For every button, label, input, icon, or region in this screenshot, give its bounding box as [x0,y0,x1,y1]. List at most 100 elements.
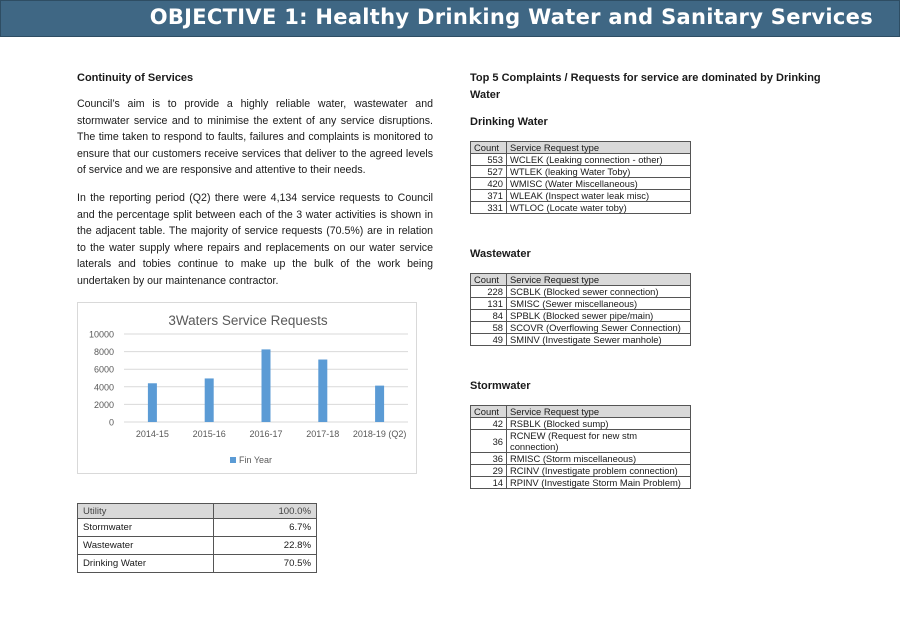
count-cell: 553 [470,153,507,166]
count-cell: 29 [470,464,507,477]
objective-banner: OBJECTIVE 1: Healthy Drinking Water and … [0,0,900,37]
continuity-paragraph-2: In the reporting period (Q2) there were … [77,192,433,287]
count-header: Count [470,141,507,154]
table-row: 420 WMISC (Water Miscellaneous) [470,177,691,190]
y-tick-label: 6000 [94,365,114,375]
top5-heading: Top 5 Complaints / Requests for service … [470,72,821,101]
bar [318,359,328,422]
type-cell: SCBLK (Blocked sewer connection) [506,285,691,298]
count-cell: 371 [470,189,507,202]
continuity-heading-wrap: Continuity of Services [77,70,433,86]
x-tick-label: 2017-18 [306,429,339,439]
count-cell: 14 [470,476,507,489]
chart-svg: 3Waters Service Requests 0 2000 4000 6000 800… [89,313,408,465]
type-header: Service Request type [506,405,691,418]
type-cell: RPINV (Investigate Storm Main Problem) [506,476,691,489]
table-header-row: Count Service Request type [470,273,691,286]
type-cell: WTLOC (Locate water toby) [506,201,691,214]
utility-header-row: Utility 100.0% [77,503,317,519]
utility-value: 6.7% [213,518,317,537]
type-cell: WLEAK (Inspect water leak misc) [506,189,691,202]
y-tick-label: 8000 [94,347,114,357]
utility-row: Stormwater 6.7% [77,518,317,537]
count-cell: 131 [470,297,507,310]
table-row: 14 RPINV (Investigate Storm Main Problem) [470,476,691,489]
type-cell: RCINV (Investigate problem connection) [506,464,691,477]
drinking-water-table: Count Service Request type 553 WCLEK (Lea… [470,141,691,214]
legend-swatch [230,457,236,463]
table-row: 228 SCBLK (Blocked sewer connection) [470,285,691,298]
count-cell: 36 [470,429,507,453]
type-cell: SMINV (Investigate Sewer manhole) [506,333,691,346]
type-cell: SMISC (Sewer miscellaneous) [506,297,691,310]
y-tick-label: 4000 [94,382,114,392]
bar [147,383,157,422]
count-cell: 331 [470,201,507,214]
legend-label: Fin Year [239,455,272,465]
table-row: 371 WLEAK (Inspect water leak misc) [470,189,691,202]
y-tick-label: 2000 [94,400,114,410]
y-tick-label: 10000 [89,330,114,340]
utility-value: 70.5% [213,554,317,573]
continuity-heading: Continuity of Services [77,72,194,84]
count-cell: 36 [470,452,507,465]
count-cell: 58 [470,321,507,334]
wastewater-table: Count Service Request type 228 SCBLK (Blo… [470,273,691,346]
x-tick-label: 2016-17 [249,429,282,439]
utility-row: Drinking Water 70.5% [77,554,317,573]
table-header-row: Count Service Request type [470,405,691,418]
service-requests-chart: 3Waters Service Requests 0 2000 4000 6000 800… [77,302,417,474]
table-row: 527 WTLEK (leaking Water Toby) [470,165,691,178]
utility-value: 22.8% [213,536,317,555]
type-cell: RMISC (Storm miscellaneous) [506,452,691,465]
stormwater-table: Count Service Request type 42 RSBLK (Bloc… [470,405,691,489]
continuity-paragraph-1: Council’s aim is to provide a highly rel… [77,98,433,177]
type-cell: WCLEK (Leaking connection - other) [506,153,691,166]
table-row: 29 RCINV (Investigate problem connection) [470,464,691,477]
utility-header-label: Utility [77,503,214,519]
utility-split-table: Utility 100.0% Stormwater 6.7% Wastewate… [77,503,317,573]
type-cell: RSBLK (Blocked sump) [506,417,691,430]
count-cell: 49 [470,333,507,346]
chart-title: 3Waters Service Requests [168,313,328,328]
type-header: Service Request type [506,273,691,286]
wastewater-title: Wastewater [470,248,531,260]
table-row: 36 RMISC (Storm miscellaneous) [470,452,691,465]
count-cell: 228 [470,285,507,298]
table-row: 331 WTLOC (Locate water toby) [470,201,691,214]
table-row: 36 RCNEW (Request for new stm connection) [470,429,691,453]
type-header: Service Request type [506,141,691,154]
count-cell: 42 [470,417,507,430]
count-cell: 84 [470,309,507,322]
type-cell: SPBLK (Blocked sewer pipe/main) [506,309,691,322]
x-tick-label: 2014-15 [136,429,169,439]
table-row: 49 SMINV (Investigate Sewer manhole) [470,333,691,346]
type-cell: RCNEW (Request for new stm connection) [506,429,691,453]
table-row: 42 RSBLK (Blocked sump) [470,417,691,430]
stormwater-title: Stormwater [470,380,531,392]
bar [375,385,385,422]
table-row: 131 SMISC (Sewer miscellaneous) [470,297,691,310]
type-cell: SCOVR (Overflowing Sewer Connection) [506,321,691,334]
utility-label: Wastewater [77,536,214,555]
count-cell: 527 [470,165,507,178]
type-cell: WTLEK (leaking Water Toby) [506,165,691,178]
count-header: Count [470,405,507,418]
utility-header-value: 100.0% [213,503,317,519]
table-row: 84 SPBLK (Blocked sewer pipe/main) [470,309,691,322]
x-tick-label: 2018-19 (Q2) [353,429,407,439]
count-header: Count [470,273,507,286]
bar [261,349,271,422]
x-tick-label: 2015-16 [193,429,226,439]
top5-heading-wrap: Top 5 Complaints / Requests for service … [470,70,830,104]
y-tick-label: 0 [109,418,114,428]
table-row: 553 WCLEK (Leaking connection - other) [470,153,691,166]
drinking-water-title: Drinking Water [470,116,548,128]
table-header-row: Count Service Request type [470,141,691,154]
page-title: OBJECTIVE 1: Healthy Drinking Water and … [149,5,873,29]
utility-row: Wastewater 22.8% [77,536,317,555]
type-cell: WMISC (Water Miscellaneous) [506,177,691,190]
bar [204,378,214,422]
count-cell: 420 [470,177,507,190]
table-row: 58 SCOVR (Overflowing Sewer Connection) [470,321,691,334]
